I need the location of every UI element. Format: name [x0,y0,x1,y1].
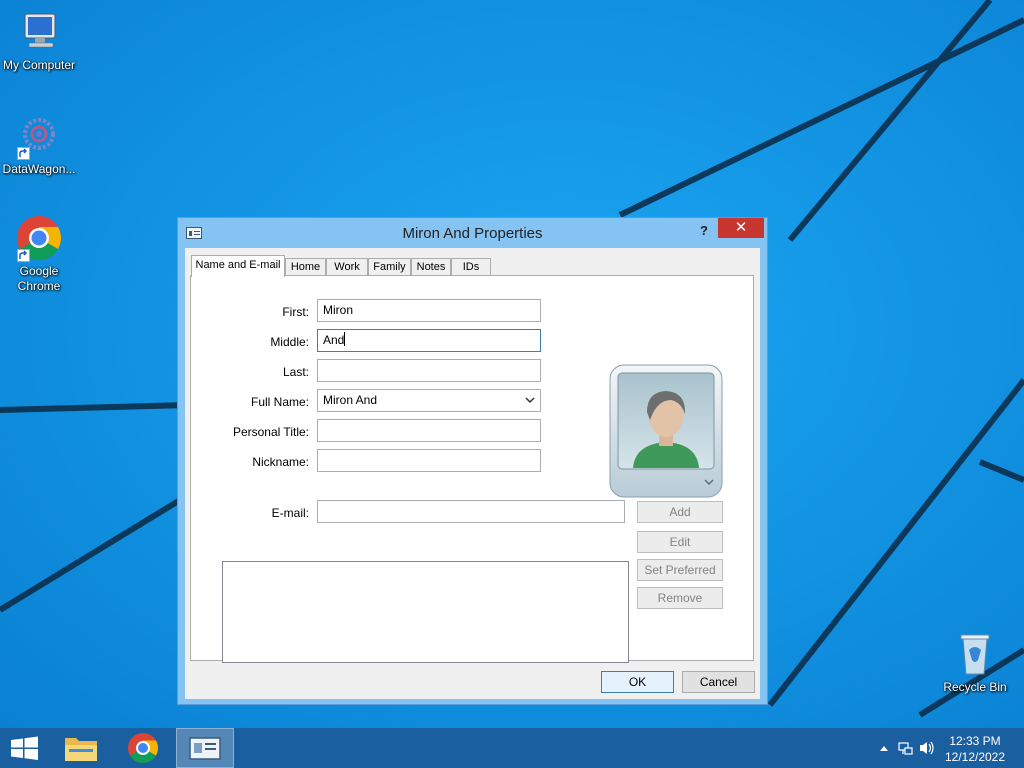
taskbar: 12:33 PM 12/12/2022 [0,728,1024,768]
show-hidden-icons-icon [880,746,888,751]
tab-ids[interactable]: IDs [451,258,491,276]
desktop-icon-label: Recycle Bin [943,680,1007,694]
tray-icons [880,741,934,755]
desktop-icon-recycle-bin[interactable]: Recycle Bin [936,630,1014,695]
taskbar-file-explorer[interactable] [56,728,106,768]
desktop-icon-datawagon[interactable]: DataWagon... [0,112,78,177]
tab-work[interactable]: Work [326,258,368,276]
clock-date[interactable]: 12/12/2022 [940,750,1010,764]
tab-family[interactable]: Family [368,258,411,276]
properties-dialog: Miron And Properties ? ✕ Name and E-mail… [177,217,768,705]
chrome-icon [15,214,63,262]
nickname-label: Nickname: [252,455,309,469]
start-icon [11,736,38,760]
desktop-icon-label: DataWagon... [2,162,76,176]
first-name-label: First: [282,305,309,319]
personal-title-label: Personal Title: [232,425,309,439]
tab-notes[interactable]: Notes [411,258,451,276]
my-computer-icon [15,8,63,56]
middle-name-field[interactable]: And [317,329,541,352]
datawagon-icon [15,112,63,160]
close-button[interactable]: ✕ [718,218,764,238]
system-tray: 12:33 PM 12/12/2022 [864,728,1024,768]
help-button[interactable]: ? [693,220,715,242]
edit-email-button[interactable]: Edit [637,531,723,553]
desktop-icon-google-chrome[interactable]: Google Chrome [0,214,78,294]
desktop-icon-label: My Computer [2,58,76,72]
full-name-label: Full Name: [250,395,309,409]
email-label: E-mail: [271,506,309,520]
start-button[interactable] [0,728,50,768]
middle-name-value: And [323,333,345,347]
shortcut-arrow-icon [17,147,30,160]
contact-picture[interactable] [609,364,723,498]
personal-title-field[interactable] [317,419,541,442]
last-name-label: Last: [282,365,309,379]
middle-name-label: Middle: [270,335,309,349]
text-caret [344,332,346,346]
desktop-icon-my-computer[interactable]: My Computer [0,8,78,73]
tab-home[interactable]: Home [285,258,326,276]
full-name-value: Miron And [323,393,378,407]
clock-time[interactable]: 12:33 PM [940,734,1010,748]
email-input[interactable] [317,500,625,523]
contact-avatar-icon [609,364,723,498]
recycle-bin-icon [951,630,999,678]
remove-email-button[interactable]: Remove [637,587,723,609]
taskbar-contact-properties[interactable] [176,728,234,768]
set-preferred-button[interactable]: Set Preferred [637,559,723,581]
nickname-field[interactable] [317,449,541,472]
ok-button[interactable]: OK [601,671,674,693]
shortcut-arrow-icon [17,249,30,262]
contact-properties-icon [189,737,221,760]
dialog-titlebar[interactable]: Miron And Properties ? ✕ [178,218,767,247]
full-name-dropdown[interactable]: Miron And [317,389,541,412]
email-list[interactable] [222,561,629,663]
volume-icon [920,741,934,755]
chevron-down-icon [525,397,535,404]
dialog-title: Miron And Properties [402,225,543,242]
first-name-field[interactable]: Miron [317,299,541,322]
add-email-button[interactable]: Add [637,501,723,523]
dialog-client-area: Name and E-mail Home Work Family Notes I… [185,248,760,699]
network-icon [898,742,913,755]
desktop-icon-label: Google Chrome [17,264,61,293]
last-name-field[interactable] [317,359,541,382]
cancel-button[interactable]: Cancel [682,671,755,693]
taskbar-chrome[interactable] [118,728,168,768]
chrome-icon [128,733,159,764]
file-explorer-icon [65,738,97,761]
tab-name-and-email[interactable]: Name and E-mail [191,255,285,277]
